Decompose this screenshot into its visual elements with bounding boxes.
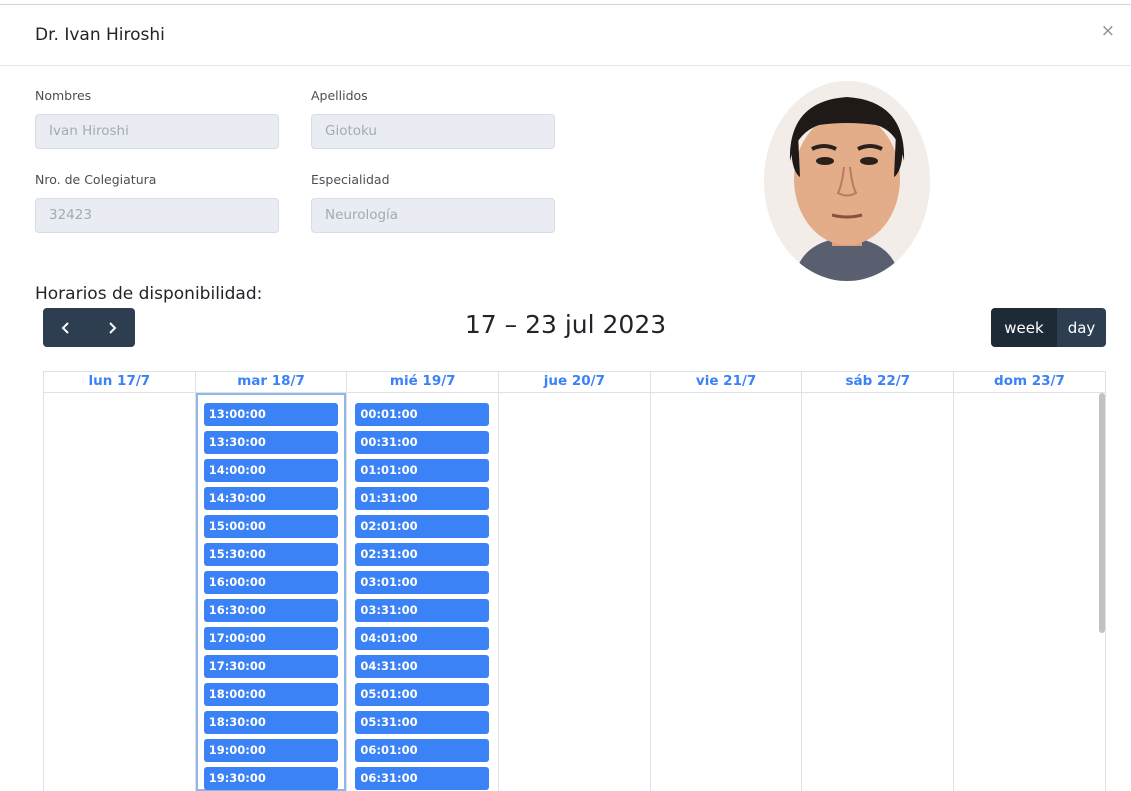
slot-event[interactable]: 06:01:00	[355, 739, 490, 762]
day-header-lun[interactable]: lun 17/7	[44, 372, 196, 393]
slot-event[interactable]: 05:01:00	[355, 683, 490, 706]
colegiatura-label: Nro. de Colegiatura	[35, 172, 157, 187]
day-header-mar[interactable]: mar 18/7	[196, 372, 348, 393]
day-column-dom[interactable]	[954, 393, 1106, 791]
doctor-photo	[764, 81, 930, 281]
slot-event[interactable]: 16:30:00	[203, 599, 338, 622]
day-header-mie[interactable]: mié 19/7	[347, 372, 500, 393]
day-header-jue[interactable]: jue 20/7	[499, 372, 651, 393]
day-header-dom[interactable]: dom 23/7	[954, 372, 1106, 393]
nombres-label: Nombres	[35, 88, 92, 103]
calendar-scrollbar-thumb[interactable]	[1099, 393, 1105, 633]
slot-event[interactable]: 04:01:00	[355, 627, 490, 650]
day-header-sab[interactable]: sáb 22/7	[802, 372, 955, 393]
colegiatura-field[interactable]: 32423	[35, 198, 279, 233]
calendar-body: 13:00:00 13:30:00 14:00:00 14:30:00 15:0…	[44, 393, 1106, 791]
especialidad-label: Especialidad	[311, 172, 390, 187]
slot-event[interactable]: 14:30:00	[203, 487, 338, 510]
slot-event[interactable]: 17:30:00	[203, 655, 338, 678]
especialidad-field[interactable]: Neurología	[311, 198, 555, 233]
slot-event[interactable]: 13:30:00	[203, 431, 338, 454]
view-switcher: week day	[991, 308, 1106, 347]
close-icon[interactable]: ×	[1101, 23, 1115, 40]
day-column-sab[interactable]	[802, 393, 955, 791]
availability-title: Horarios de disponibilidad:	[35, 284, 263, 304]
slot-event[interactable]: 00:31:00	[355, 431, 490, 454]
slot-event[interactable]: 02:31:00	[355, 543, 490, 566]
apellidos-field[interactable]: Giotoku	[311, 114, 555, 149]
modal-title: Dr. Ivan Hiroshi	[35, 25, 165, 45]
day-column-mie[interactable]: 00:01:00 00:31:00 01:01:00 01:31:00 02:0…	[347, 393, 500, 791]
slot-event[interactable]: 01:01:00	[355, 459, 490, 482]
nombres-field[interactable]: Ivan Hiroshi	[35, 114, 279, 149]
day-header-vie[interactable]: vie 21/7	[651, 372, 803, 393]
slot-event[interactable]: 18:30:00	[203, 711, 338, 734]
week-calendar: lun 17/7 mar 18/7 mié 19/7 jue 20/7 vie …	[43, 371, 1106, 791]
slot-event[interactable]: 03:31:00	[355, 599, 490, 622]
doctor-photo-illustration	[764, 81, 930, 281]
slot-event[interactable]: 04:31:00	[355, 655, 490, 678]
slot-event[interactable]: 14:00:00	[203, 459, 338, 482]
slot-event[interactable]: 06:31:00	[355, 767, 490, 790]
week-view-button[interactable]: week	[991, 308, 1057, 347]
slot-event[interactable]: 19:30:00	[203, 767, 338, 790]
apellidos-label: Apellidos	[311, 88, 368, 103]
modal-header: Dr. Ivan Hiroshi ×	[0, 5, 1131, 66]
slot-event[interactable]: 16:00:00	[203, 571, 338, 594]
slot-event[interactable]: 15:30:00	[203, 543, 338, 566]
calendar-header-row: lun 17/7 mar 18/7 mié 19/7 jue 20/7 vie …	[44, 371, 1106, 393]
day-column-jue[interactable]	[499, 393, 651, 791]
slot-event[interactable]: 15:00:00	[203, 515, 338, 538]
day-column-vie[interactable]	[651, 393, 803, 791]
slot-event[interactable]: 13:00:00	[203, 403, 338, 426]
calendar-range-title: 17 – 23 jul 2023	[464, 310, 667, 339]
slot-event[interactable]: 19:00:00	[203, 739, 338, 762]
slot-event[interactable]: 18:00:00	[203, 683, 338, 706]
slot-event[interactable]: 02:01:00	[355, 515, 490, 538]
slot-event[interactable]: 03:01:00	[355, 571, 490, 594]
day-view-button[interactable]: day	[1057, 308, 1106, 347]
slot-event[interactable]: 00:01:00	[355, 403, 490, 426]
slot-event[interactable]: 05:31:00	[355, 711, 490, 734]
slot-event[interactable]: 17:00:00	[203, 627, 338, 650]
day-column-mar[interactable]: 13:00:00 13:30:00 14:00:00 14:30:00 15:0…	[196, 393, 348, 791]
day-column-lun[interactable]	[44, 393, 196, 791]
slot-event[interactable]: 01:31:00	[355, 487, 490, 510]
